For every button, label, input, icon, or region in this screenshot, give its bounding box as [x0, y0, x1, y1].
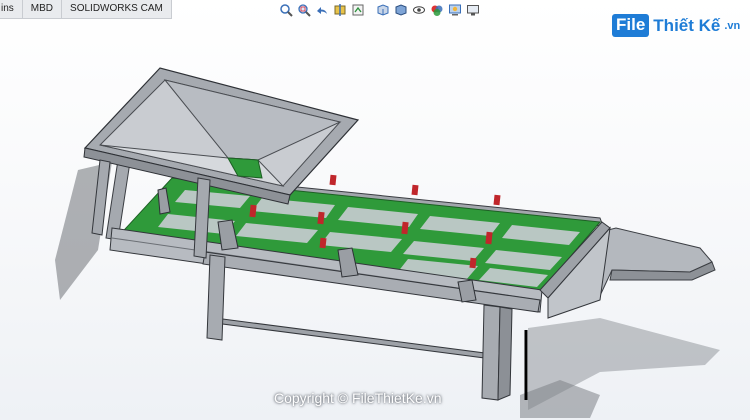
edit-appearance-icon[interactable] [429, 3, 444, 17]
heads-up-view-toolbar [278, 2, 480, 18]
filethietke-logo: File Thiết Kế .vn [612, 14, 740, 37]
section-view-icon[interactable] [332, 3, 347, 17]
hide-show-items-icon[interactable] [411, 3, 426, 17]
logo-box-text: File [612, 14, 650, 37]
front-right-leg [481, 304, 501, 401]
command-manager-tabs: ins MBD SOLIDWORKS CAM [0, 0, 172, 19]
apply-scene-icon[interactable] [447, 3, 462, 17]
zoom-to-fit-icon[interactable] [278, 3, 293, 17]
display-style-icon[interactable] [393, 3, 408, 17]
tab-add-ins[interactable]: ins [0, 0, 23, 18]
tab-solidworks-cam[interactable]: SOLIDWORKS CAM [62, 0, 172, 18]
view-orientation-icon[interactable] [375, 3, 390, 17]
dynamic-annotation-icon[interactable] [350, 3, 365, 17]
copyright-watermark: Copyright © FileThietKe.vn [274, 390, 442, 406]
discharge-chute [597, 227, 713, 301]
previous-view-icon[interactable] [314, 3, 329, 17]
zoom-to-area-icon[interactable] [296, 3, 311, 17]
front-left-leg [206, 254, 226, 341]
logo-domain-text: .vn [724, 19, 741, 32]
logo-name-text: Thiết Kế [653, 15, 721, 35]
view-settings-icon[interactable] [465, 3, 480, 17]
graphics-area[interactable]: ins MBD SOLIDWORKS CAM File Thiết Kế .vn… [0, 0, 750, 420]
base-crossbar [214, 317, 501, 361]
tab-mbd[interactable]: MBD [23, 0, 63, 18]
3d-model-screening-machine[interactable] [0, 0, 750, 420]
